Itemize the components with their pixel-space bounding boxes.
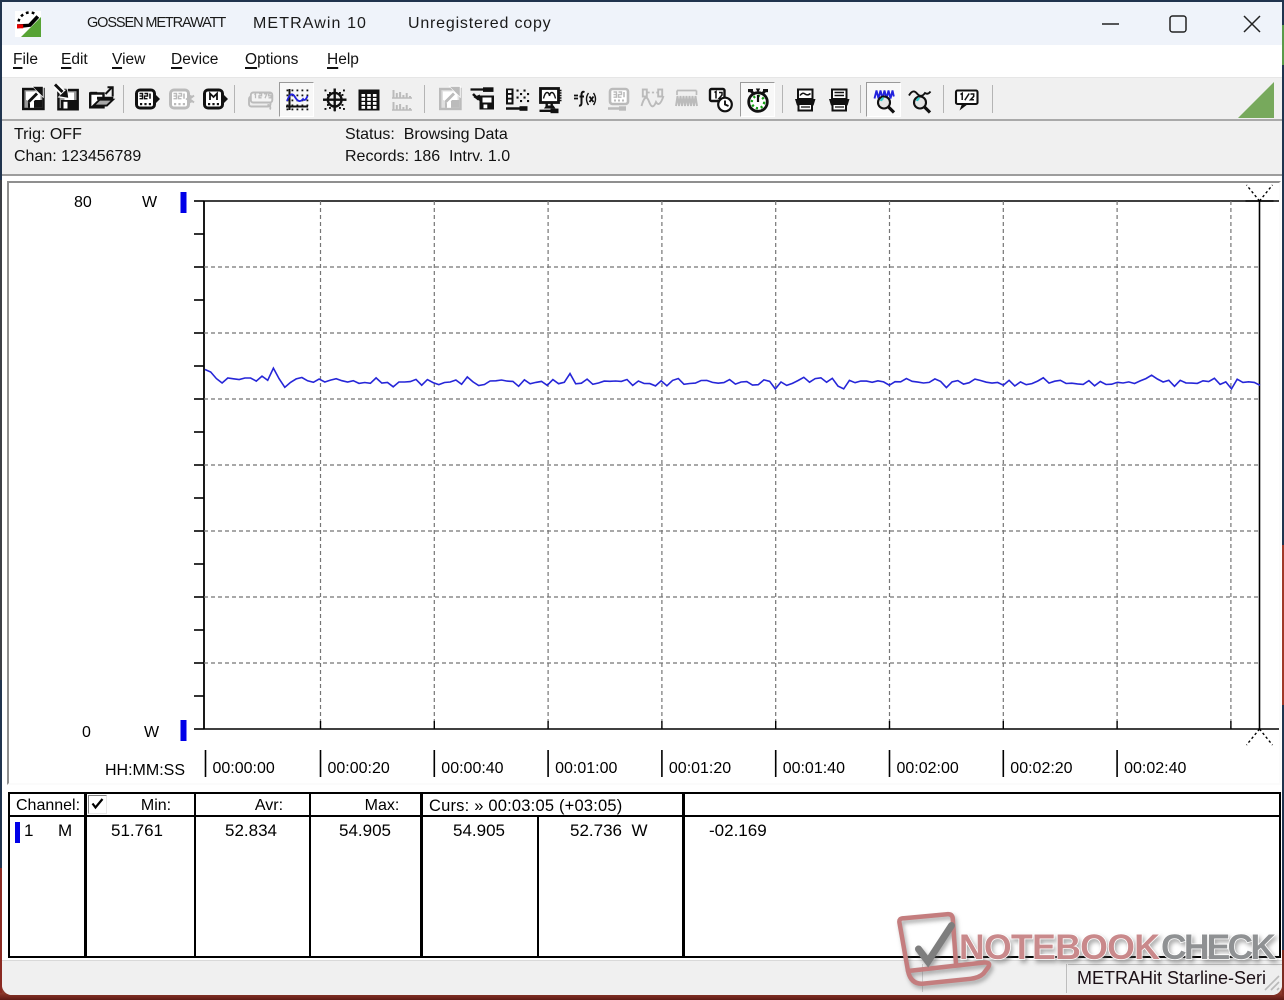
svg-text:00:00:20: 00:00:20 [328, 760, 390, 777]
svg-text:00:00:40: 00:00:40 [441, 760, 503, 777]
svg-text:00:01:40: 00:01:40 [783, 760, 845, 777]
svg-text:00:02:00: 00:02:00 [897, 760, 959, 777]
svg-text:0: 0 [82, 724, 91, 741]
svg-text:00:01:00: 00:01:00 [555, 760, 617, 777]
svg-text:80: 80 [74, 194, 92, 211]
svg-text:NOTEBOOK: NOTEBOOK [959, 927, 1160, 967]
svg-text:HH:MM:SS: HH:MM:SS [105, 762, 185, 779]
svg-text:00:00:00: 00:00:00 [213, 760, 275, 777]
svg-text:CHECK: CHECK [1161, 927, 1276, 967]
svg-text:00:01:20: 00:01:20 [669, 760, 731, 777]
svg-text:00:02:40: 00:02:40 [1124, 760, 1186, 777]
svg-text:00:02:20: 00:02:20 [1010, 760, 1072, 777]
svg-text:W: W [144, 724, 160, 741]
svg-text:W: W [142, 194, 158, 211]
